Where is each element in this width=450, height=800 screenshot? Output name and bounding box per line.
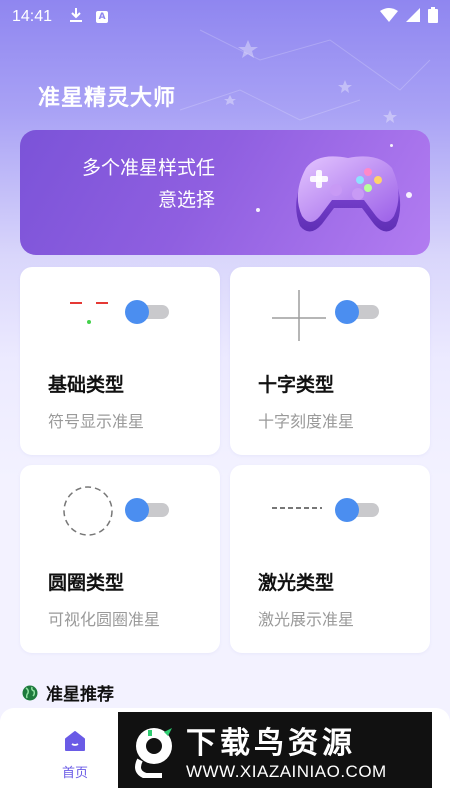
card-subtitle: 符号显示准星 xyxy=(48,412,145,431)
card-subtitle: 可视化圆圈准星 xyxy=(48,610,161,629)
card-laser-type[interactable]: 激光类型 激光展示准星 xyxy=(230,465,430,653)
recommend-section-title: 准星推荐 xyxy=(22,680,114,705)
nav-home[interactable]: 首页 xyxy=(50,730,100,781)
card-title: 激光类型 xyxy=(258,572,335,594)
circle-type-toggle[interactable] xyxy=(125,498,169,522)
promo-banner[interactable]: 多个准星样式任 意选择 xyxy=(20,130,430,255)
nav-home-label: 首页 xyxy=(61,766,88,781)
laser-type-toggle[interactable] xyxy=(335,498,379,522)
card-title: 基础类型 xyxy=(48,374,125,396)
banner-line-1: 多个准星样式任 xyxy=(81,157,215,179)
section-title-text: 准星推荐 xyxy=(46,685,114,705)
card-circle-type[interactable]: 圆圈类型 可视化圆圈准星 xyxy=(20,465,220,653)
laser-crosshair-icon xyxy=(272,507,322,509)
card-subtitle: 激光展示准星 xyxy=(258,610,355,629)
gamepad-icon xyxy=(296,156,401,232)
app-title: 准星精灵大师 xyxy=(38,86,177,111)
basic-type-toggle[interactable] xyxy=(125,300,169,324)
watermark-banner: 下载鸟资源 WWW.XIAZAINIAO.COM xyxy=(118,712,432,788)
home-icon xyxy=(65,731,85,751)
banner-text: 多个准星样式任 意选择 xyxy=(45,152,215,216)
basic-crosshair-icon xyxy=(70,302,108,324)
sparkle-icon xyxy=(256,208,260,212)
banner-line-2: 意选择 xyxy=(157,189,215,211)
card-basic-type[interactable]: 基础类型 符号显示准星 xyxy=(20,267,220,455)
cross-type-toggle[interactable] xyxy=(335,300,379,324)
card-subtitle: 十字刻度准星 xyxy=(258,412,355,431)
cross-crosshair-icon xyxy=(272,290,326,341)
watermark-url: WWW.XIAZAINIAO.COM xyxy=(186,762,387,781)
card-title: 十字类型 xyxy=(258,374,335,396)
globe-icon xyxy=(22,685,38,700)
card-title: 圆圈类型 xyxy=(48,572,125,594)
bird-logo-icon xyxy=(135,728,172,778)
card-cross-type[interactable]: 十字类型 十字刻度准星 xyxy=(230,267,430,455)
watermark-title: 下载鸟资源 xyxy=(186,726,356,761)
circle-crosshair-icon xyxy=(63,486,113,536)
